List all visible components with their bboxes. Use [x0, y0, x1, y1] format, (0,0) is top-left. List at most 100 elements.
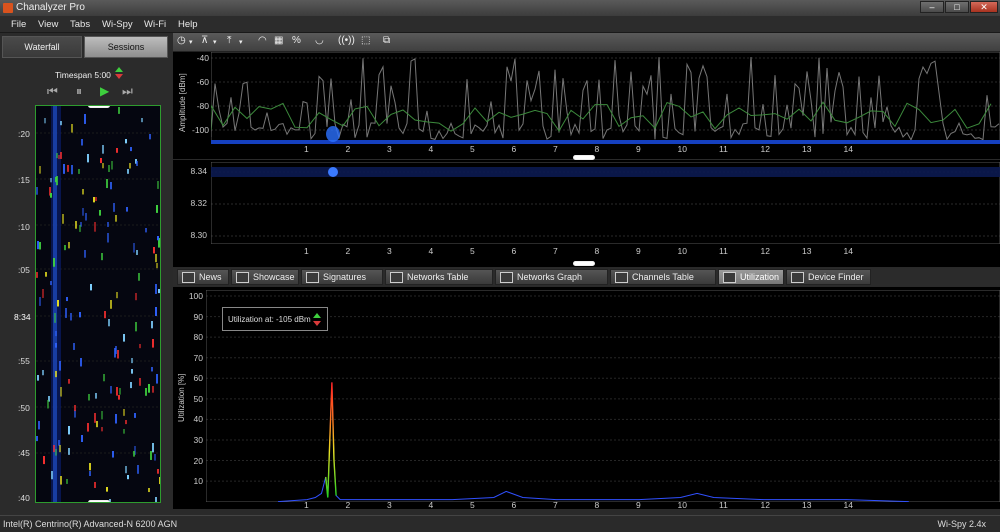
maximize-button[interactable]: □ [945, 1, 969, 13]
timespan-down-icon[interactable] [115, 74, 123, 79]
tab-news[interactable]: News [177, 269, 229, 285]
tab-channels-table[interactable]: Channels Table [610, 269, 716, 285]
amplitude-x-tick: 5 [470, 144, 475, 154]
timeline-x-tick: 6 [511, 246, 517, 256]
minimize-button[interactable]: – [920, 1, 944, 13]
timeline-handle[interactable] [573, 261, 595, 266]
amplitude-x-tick: 1 [304, 144, 309, 154]
tab-device-finder[interactable]: Device Finder [786, 269, 871, 285]
utilization-x-tick: 8 [594, 500, 600, 510]
menu-help[interactable]: Help [178, 19, 198, 30]
percent-toggle[interactable]: % [292, 35, 301, 46]
utilization-x-tick: 7 [553, 500, 558, 510]
waterfall-plot[interactable] [35, 105, 161, 503]
utilization-y-tick: 10 [193, 476, 203, 487]
timeline-x-tick: 14 [843, 246, 853, 256]
timeline-x-tick: 4 [428, 246, 434, 256]
menu-wispy[interactable]: Wi-Spy [102, 19, 133, 30]
density-icon[interactable]: ▦ [274, 35, 283, 46]
table-icon [182, 272, 195, 283]
utilization-y-tick: 70 [193, 352, 203, 363]
waterfall-time-label: 8:34 [14, 312, 31, 322]
tab-showcase[interactable]: Showcase [231, 269, 299, 285]
menu-tabs[interactable]: Tabs [70, 19, 90, 30]
timeline-y-tick: 8.32 [190, 198, 207, 208]
percent-icon [723, 272, 736, 283]
window-title: Chanalyzer Pro [16, 2, 85, 13]
tab-signatures[interactable]: Signatures [301, 269, 383, 285]
chevron-down-icon[interactable]: ▾ [189, 38, 193, 46]
select-icon[interactable]: ⬚ [361, 35, 370, 46]
timeline-x-tick: 11 [719, 246, 728, 256]
utilization-threshold-label: Utilization at: -105 dBm [228, 315, 311, 324]
tab-waterfall[interactable]: Waterfall [2, 36, 82, 58]
pause-icon[interactable]: ⏸ [76, 84, 82, 99]
utilization-x-tick: 5 [470, 500, 475, 510]
broadcast-icon[interactable]: ((•)) [338, 35, 355, 46]
tab-utilization[interactable]: Utilization [718, 269, 784, 285]
utilization-y-tick: 60 [193, 373, 203, 384]
clock-icon[interactable]: ◷ [177, 35, 186, 46]
chevron-down-icon[interactable]: ▾ [239, 38, 243, 46]
menu-file[interactable]: File [11, 19, 26, 30]
status-bar: Intel(R) Centrino(R) Advanced-N 6200 AGN… [0, 515, 1000, 532]
utilization-x-tick: 6 [511, 500, 517, 510]
utilization-x-tick: 1 [304, 500, 309, 510]
utilization-y-tick: 80 [193, 332, 203, 343]
menu-wifi[interactable]: Wi-Fi [144, 19, 166, 30]
waterfall-time-label: :45 [18, 448, 30, 458]
tab-networks-table[interactable]: Networks Table [385, 269, 493, 285]
timeline-y-tick: 8.30 [190, 230, 207, 240]
tab-networks-graph[interactable]: Networks Graph [495, 269, 608, 285]
timeline-x-tick: 3 [387, 246, 392, 256]
utilization-x-tick: 10 [677, 500, 687, 510]
waterfall-bottom-handle[interactable] [88, 500, 110, 502]
app-icon [3, 3, 13, 13]
menu-view[interactable]: View [38, 19, 58, 30]
utilization-y-tick: 90 [193, 311, 203, 322]
play-icon[interactable]: ▶ [100, 84, 109, 98]
waterfall-top-handle[interactable] [88, 106, 110, 108]
waterfall-time-label: :50 [18, 403, 30, 413]
filter-icon[interactable]: ⊼ [201, 35, 208, 46]
play-icon [236, 272, 249, 283]
bottom-tab-bar: News Showcase Signatures Networks Table Netw… [173, 268, 1000, 286]
timeline-x-tick: 7 [553, 246, 558, 256]
amplitude-x-tick: 6 [511, 144, 517, 154]
threshold-up-icon[interactable] [313, 313, 321, 318]
timespan-up-icon[interactable] [115, 67, 123, 72]
gauge-icon[interactable]: ◠ [258, 35, 267, 46]
menu-bar: File View Tabs Wi-Spy Wi-Fi Help [0, 16, 1000, 33]
close-button[interactable]: ✕ [970, 1, 998, 13]
utilization-x-tick: 13 [802, 500, 812, 510]
timeline-y-tick: 8.34 [190, 166, 207, 176]
tab-label: Channels Table [632, 272, 694, 282]
timeline-x-tick: 2 [345, 246, 351, 256]
window-icon[interactable]: ⧉ [383, 35, 390, 46]
top-align-icon[interactable]: ⤒ [227, 35, 231, 46]
waterfall-time-label: :15 [18, 175, 30, 185]
tab-label: Utilization [740, 272, 780, 282]
timeline-x-tick: 8 [594, 246, 600, 256]
timeline-x-tick: 13 [802, 246, 812, 256]
utilization-y-tick: 50 [193, 393, 203, 404]
wifi-icon [390, 272, 403, 283]
chevron-down-icon[interactable]: ▾ [213, 38, 217, 46]
tab-label: Device Finder [808, 272, 864, 282]
utilization-x-tick: 4 [428, 500, 434, 510]
timeline-plot[interactable] [211, 162, 1000, 244]
amplitude-plot[interactable] [211, 52, 1000, 144]
amplitude-x-tick: 7 [553, 144, 558, 154]
wave-icon [500, 272, 513, 283]
tab-sessions[interactable]: Sessions [84, 36, 168, 58]
radar-icon [306, 272, 319, 283]
skip-back-icon[interactable]: ⏮ [47, 84, 58, 99]
amplitude-x-tick: 9 [636, 144, 641, 154]
timespan-label: Timespan 5:00 [55, 70, 111, 80]
tab-label: Signatures [323, 272, 367, 282]
waterfall-time-label: :05 [18, 265, 30, 275]
threshold-down-icon[interactable] [313, 321, 321, 326]
fast-forward-icon[interactable]: ⏭ [122, 84, 133, 99]
tab-label: News [199, 272, 222, 282]
wifi-icon[interactable]: ◡ [315, 35, 324, 46]
